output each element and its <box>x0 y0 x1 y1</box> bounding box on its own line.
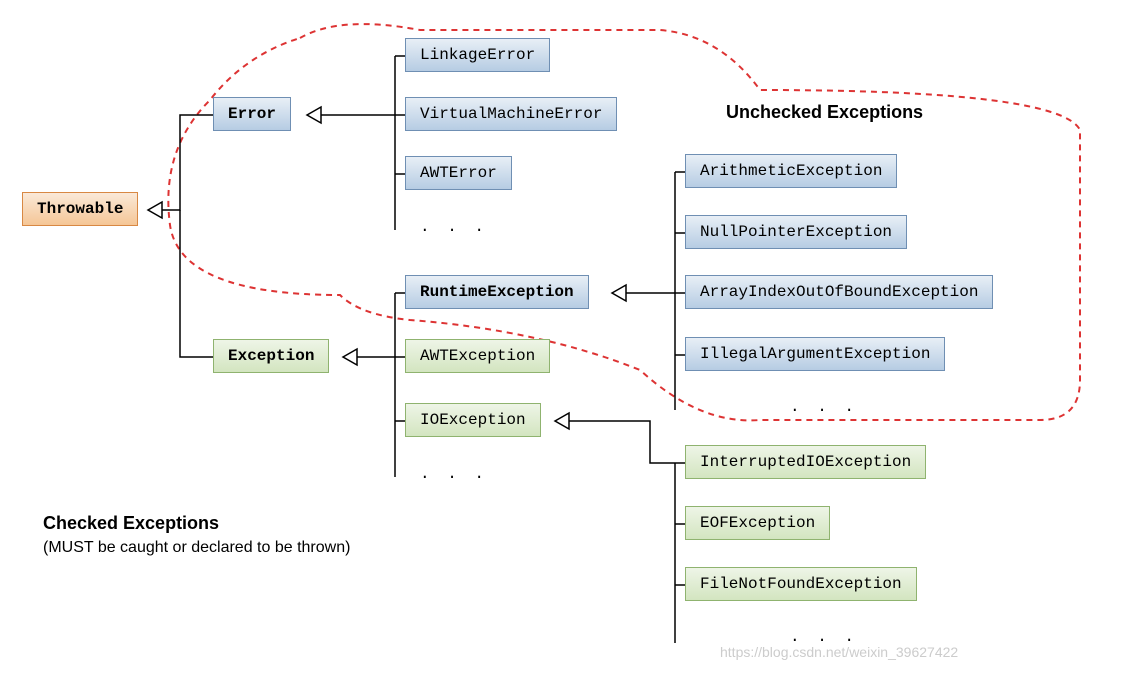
checked-ellipsis: . . . <box>420 465 488 483</box>
error-node: Error <box>213 97 291 131</box>
runtime-ellipsis: . . . <box>790 398 858 416</box>
nullpointer-exception: NullPointerException <box>685 215 907 249</box>
filenotfound-exception: FileNotFoundException <box>685 567 917 601</box>
checked-subtitle: (MUST be caught or declared to be thrown… <box>43 539 350 557</box>
throwable-node: Throwable <box>22 192 138 226</box>
arithmetic-exception: ArithmeticException <box>685 154 897 188</box>
arrow-runtime <box>612 285 626 301</box>
awt-error: AWTError <box>405 156 512 190</box>
io-exception: IOException <box>405 403 541 437</box>
arrow-throwable <box>148 202 162 218</box>
error-ellipsis: . . . <box>420 218 488 236</box>
arrow-io <box>555 413 569 429</box>
illegalarg-exception: IllegalArgumentException <box>685 337 945 371</box>
eof-exception: EOFException <box>685 506 830 540</box>
linkage-error: LinkageError <box>405 38 550 72</box>
runtime-exception: RuntimeException <box>405 275 589 309</box>
vm-error: VirtualMachineError <box>405 97 617 131</box>
awt-exception: AWTException <box>405 339 550 373</box>
interrupted-io: InterruptedIOException <box>685 445 926 479</box>
unchecked-label: Unchecked Exceptions <box>726 102 923 123</box>
checked-title: Checked Exceptions <box>43 513 219 534</box>
watermark: https://blog.csdn.net/weixin_39627422 <box>720 644 958 660</box>
exception-node: Exception <box>213 339 329 373</box>
arrow-exception <box>343 349 357 365</box>
arrayindex-exception: ArrayIndexOutOfBoundException <box>685 275 993 309</box>
arrow-error <box>307 107 321 123</box>
